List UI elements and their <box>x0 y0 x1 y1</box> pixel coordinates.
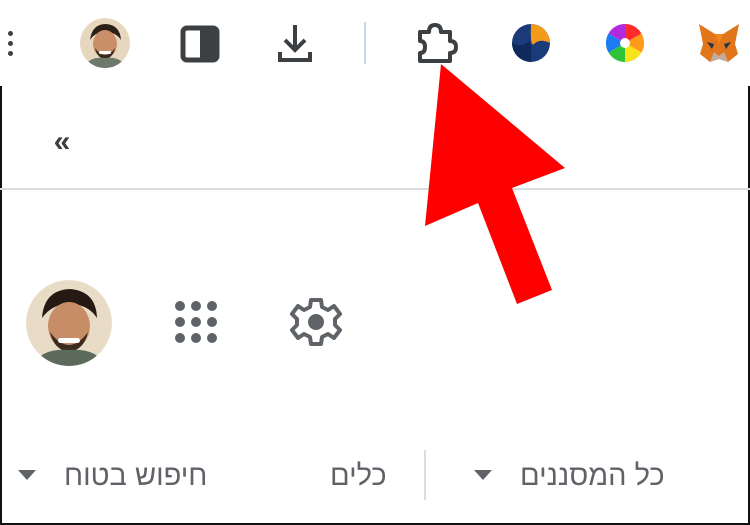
settings-gear-icon[interactable] <box>288 294 344 350</box>
safe-search-dropdown[interactable]: חיפוש בטוח <box>64 460 207 493</box>
all-filters-caret-icon[interactable] <box>474 470 492 480</box>
s-extension-icon[interactable] <box>510 22 552 64</box>
profile-avatar[interactable] <box>80 18 130 68</box>
menu-icon[interactable] <box>4 26 16 60</box>
collapse-panel-button[interactable]: « <box>44 124 80 160</box>
search-filters-bar: חיפוש בטוח כלים כל המסננים <box>0 440 750 510</box>
extensions-icon[interactable] <box>414 20 460 66</box>
tools-button[interactable]: כלים <box>330 460 387 493</box>
download-icon[interactable] <box>276 22 314 64</box>
account-avatar[interactable] <box>26 280 112 366</box>
safe-search-caret-icon[interactable] <box>18 470 36 480</box>
filters-divider <box>424 450 426 500</box>
toolbar-divider <box>364 22 366 64</box>
google-apps-icon[interactable] <box>172 298 220 346</box>
color-wheel-icon[interactable] <box>604 22 646 64</box>
all-filters-dropdown[interactable]: כל המסננים <box>520 460 665 493</box>
panel-divider <box>0 188 750 190</box>
side-panel-icon[interactable] <box>180 25 220 63</box>
browser-toolbar <box>0 0 750 86</box>
metamask-fox-icon[interactable] <box>696 20 742 66</box>
